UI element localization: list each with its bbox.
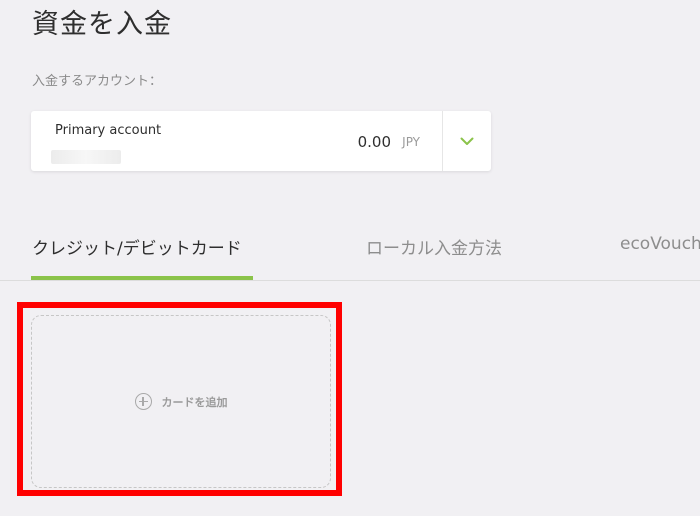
- account-label: 入金するアカウント：: [32, 74, 163, 89]
- add-card-button[interactable]: カードを追加: [31, 315, 331, 488]
- tab-local-deposit[interactable]: ローカル入金方法: [366, 234, 502, 259]
- account-dropdown-button[interactable]: [442, 111, 491, 171]
- active-tab-indicator: [31, 276, 253, 280]
- payment-method-tabs: クレジット/デビットカード ローカル入金方法 ecoVouch: [0, 218, 700, 281]
- account-balance: 0.00: [357, 133, 391, 151]
- account-currency: JPY: [402, 135, 420, 149]
- chevron-down-icon: [460, 137, 474, 145]
- tab-credit-debit-card[interactable]: クレジット/デビットカード: [32, 234, 242, 259]
- plus-circle-icon: [134, 393, 152, 410]
- add-card-label: カードを追加: [161, 395, 228, 409]
- account-id-redacted: [51, 150, 121, 164]
- tab-ecovoucher[interactable]: ecoVouch: [620, 234, 700, 254]
- account-name: Primary account: [55, 123, 162, 138]
- account-selector[interactable]: Primary account 0.00 JPY: [31, 111, 491, 171]
- page-title: 資金を入金: [32, 9, 172, 40]
